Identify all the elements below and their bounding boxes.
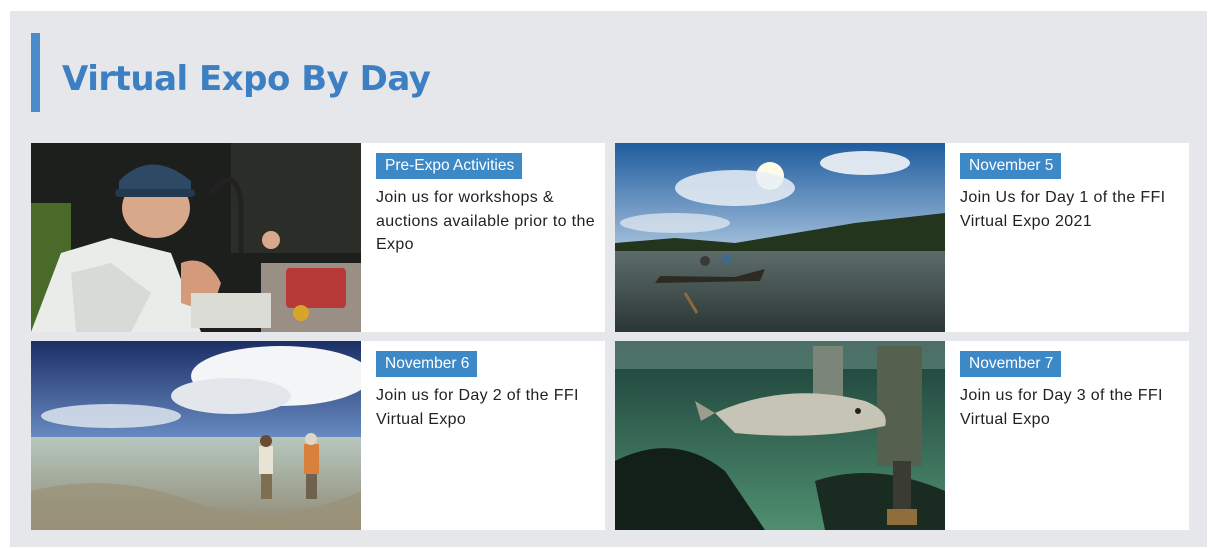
- day-description: Join Us for Day 1 of the FFI Virtual Exp…: [960, 189, 1166, 230]
- day-description: Join us for Day 3 of the FFI Virtual Exp…: [960, 387, 1163, 428]
- day-description: Join us for workshops & auctions availab…: [376, 189, 595, 254]
- day-tag[interactable]: Pre-Expo Activities: [376, 153, 523, 180]
- card-text: Pre-Expo Activities Join us for workshop…: [361, 143, 605, 332]
- card-text: November 6 Join us for Day 2 of the FFI …: [361, 341, 605, 530]
- day-description: Join us for Day 2 of the FFI Virtual Exp…: [376, 387, 579, 428]
- day-card-pre-expo[interactable]: Pre-Expo Activities Join us for workshop…: [31, 143, 605, 332]
- day-tag[interactable]: November 6: [376, 351, 478, 378]
- day-card-november-6[interactable]: November 6 Join us for Day 2 of the FFI …: [31, 341, 605, 530]
- underwater-fish-release-photo[interactable]: [615, 341, 945, 530]
- card-text: November 5 Join Us for Day 1 of the FFI …: [945, 143, 1189, 332]
- drift-boat-river-photo[interactable]: [615, 143, 945, 332]
- day-tag[interactable]: November 5: [960, 153, 1062, 180]
- page-title: Virtual Expo By Day: [62, 59, 431, 99]
- fly-tying-photo[interactable]: [31, 143, 361, 332]
- day-card-november-7[interactable]: November 7 Join us for Day 3 of the FFI …: [615, 341, 1189, 530]
- day-tag[interactable]: November 7: [960, 351, 1062, 378]
- day-card-november-5[interactable]: November 5 Join Us for Day 1 of the FFI …: [615, 143, 1189, 332]
- title-accent-bar: [31, 33, 40, 112]
- saltwater-flats-wading-photo[interactable]: [31, 341, 361, 530]
- card-text: November 7 Join us for Day 3 of the FFI …: [945, 341, 1189, 530]
